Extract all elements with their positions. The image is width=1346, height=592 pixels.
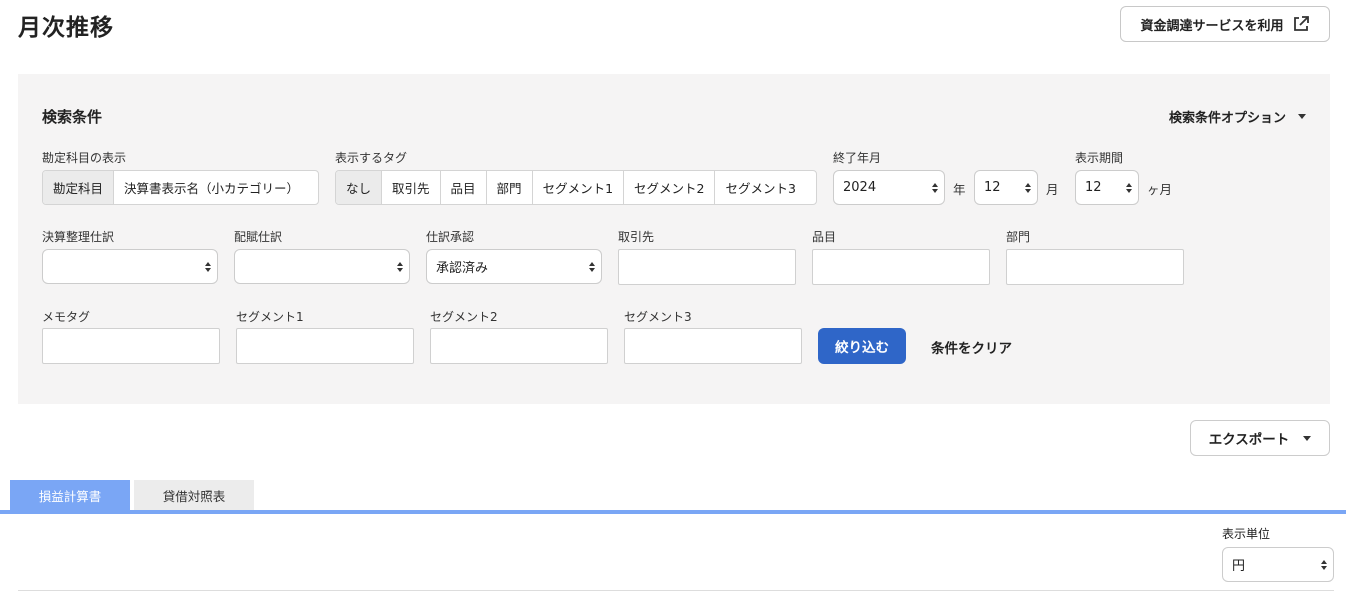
tab-income-statement[interactable]: 損益計算書 (10, 480, 130, 511)
select-arrows-icon (1025, 183, 1031, 193)
account-display-option-account[interactable]: 勘定科目 (43, 171, 114, 204)
period-unit: ヶ月 (1147, 182, 1173, 197)
export-button[interactable]: エクスポート (1190, 420, 1330, 456)
segment3-input[interactable] (624, 328, 802, 364)
period-label: 表示期間 (1075, 151, 1124, 165)
tag-option-segment3[interactable]: セグメント3 (714, 171, 805, 204)
year-unit: 年 (953, 182, 966, 197)
tag-option-partner[interactable]: 取引先 (381, 171, 440, 204)
approval-label: 仕訳承認 (426, 230, 475, 244)
allocation-entries-select[interactable] (234, 249, 410, 284)
select-arrows-icon (397, 262, 403, 272)
segment3-label: セグメント3 (624, 310, 692, 324)
month-unit: 月 (1046, 182, 1059, 197)
period-select[interactable]: 12 (1075, 170, 1139, 205)
select-arrows-icon (1126, 183, 1132, 193)
tags-toggle: なし 取引先 品目 部門 セグメント1 セグメント2 セグメント3 (335, 170, 817, 205)
select-arrows-icon (205, 262, 211, 272)
memo-tag-input[interactable] (42, 328, 220, 364)
item-input[interactable] (812, 249, 990, 285)
tag-option-item[interactable]: 品目 (439, 171, 486, 204)
segment1-input[interactable] (236, 328, 414, 364)
closing-entries-label: 決算整理仕訳 (42, 230, 115, 244)
end-month-select[interactable]: 12 (974, 170, 1038, 205)
clear-conditions-button[interactable]: 条件をクリア (931, 337, 1012, 357)
filter-button[interactable]: 絞り込む (818, 328, 906, 364)
approval-value: 承認済み (436, 261, 489, 276)
tag-option-department[interactable]: 部門 (485, 171, 532, 204)
approval-select[interactable]: 承認済み (426, 249, 602, 284)
end-month-label: 終了年月 (833, 151, 882, 165)
external-link-icon (1293, 16, 1309, 31)
tab-balance-sheet[interactable]: 貸借対照表 (134, 480, 254, 511)
tab-underline (0, 510, 1346, 514)
memo-tag-label: メモタグ (42, 310, 91, 324)
account-display-option-statement-name[interactable]: 決算書表示名（小カテゴリー） (113, 171, 309, 204)
period-value: 12 (1085, 180, 1102, 195)
search-options-label: 検索条件オプション (1168, 111, 1286, 126)
tag-option-segment1[interactable]: セグメント1 (531, 171, 623, 204)
account-display-toggle: 勘定科目 決算書表示名（小カテゴリー） (42, 170, 319, 205)
department-label: 部門 (1006, 230, 1031, 244)
funding-service-button[interactable]: 資金調達サービスを利用 (1120, 6, 1330, 42)
closing-entries-select[interactable] (42, 249, 218, 284)
display-unit-label: 表示単位 (1222, 527, 1271, 541)
page-title: 月次推移 (18, 15, 114, 41)
divider (18, 590, 1334, 591)
item-label: 品目 (812, 230, 837, 244)
select-arrows-icon (932, 183, 938, 193)
segment2-label: セグメント2 (430, 310, 498, 324)
department-input[interactable] (1006, 249, 1184, 285)
account-display-label: 勘定科目の表示 (42, 151, 127, 165)
export-label: エクスポート (1208, 432, 1290, 448)
search-panel: 検索条件 検索条件オプション 勘定科目の表示 勘定科目 決算書表示名（小カテゴリ… (18, 74, 1330, 404)
segment1-label: セグメント1 (236, 310, 304, 324)
search-options-toggle[interactable]: 検索条件オプション (1169, 107, 1306, 126)
display-unit-value: 円 (1232, 559, 1246, 574)
partner-input[interactable] (618, 249, 796, 285)
tag-option-segment2[interactable]: セグメント2 (623, 171, 714, 204)
segment2-input[interactable] (430, 328, 608, 364)
end-month-value: 12 (984, 180, 1001, 195)
tags-label: 表示するタグ (335, 151, 408, 165)
end-year-select[interactable]: 2024 (833, 170, 945, 205)
select-arrows-icon (589, 262, 595, 272)
display-unit-select[interactable]: 円 (1222, 547, 1334, 582)
allocation-entries-label: 配賦仕訳 (234, 230, 283, 244)
tag-option-none[interactable]: なし (336, 171, 382, 204)
caret-down-icon (1303, 435, 1312, 441)
search-panel-title: 検索条件 (42, 108, 103, 126)
funding-service-label: 資金調達サービスを利用 (1140, 18, 1284, 34)
partner-label: 取引先 (618, 230, 655, 244)
caret-down-icon (1298, 114, 1306, 119)
end-year-value: 2024 (843, 180, 877, 195)
select-arrows-icon (1321, 560, 1327, 570)
